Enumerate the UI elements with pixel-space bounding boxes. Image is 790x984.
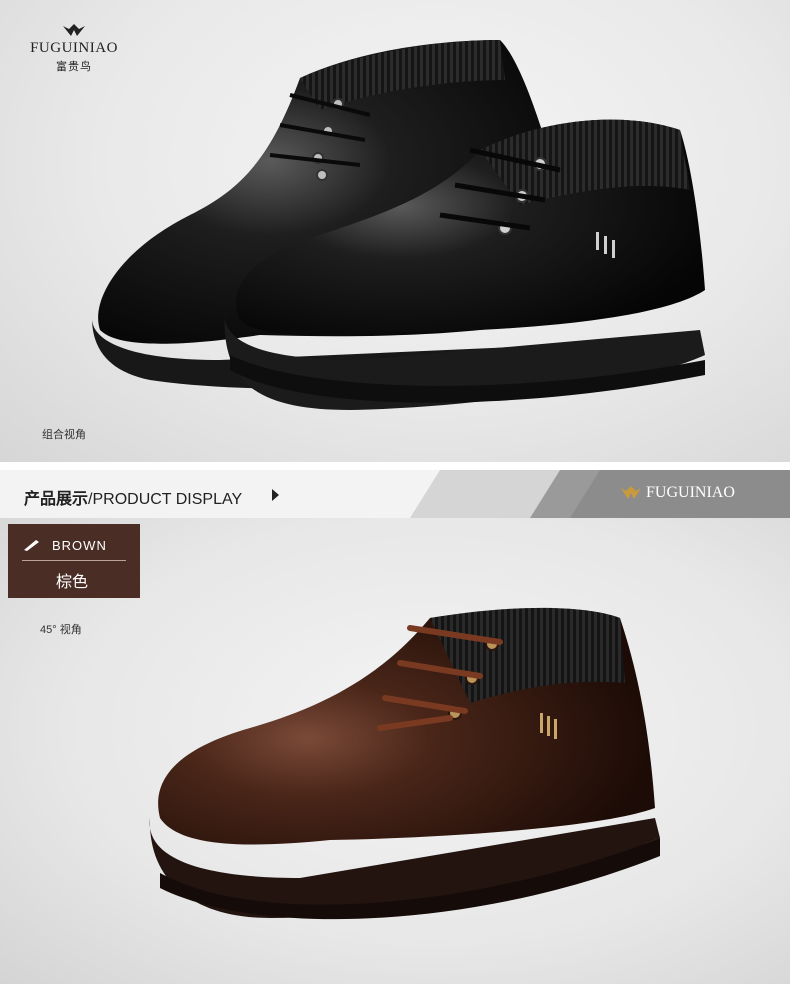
color-tag-divider bbox=[22, 560, 126, 561]
brand-logo: FUGUINIAO 富贵鸟 bbox=[24, 22, 124, 74]
banner-title: 产品展示/PRODUCT DISPLAY bbox=[24, 485, 242, 509]
pen-icon bbox=[24, 540, 39, 551]
45-degree-view-photo: BROWN 棕色 45° 视角 bbox=[0, 518, 790, 984]
bird-logo-icon bbox=[621, 486, 641, 499]
banner-title-en: /PRODUCT DISPLAY bbox=[88, 491, 243, 508]
bird-logo-icon bbox=[63, 24, 85, 36]
brand-name-cn: 富贵鸟 bbox=[56, 61, 92, 73]
product-display-banner: 产品展示/PRODUCT DISPLAY FUGUINIAO bbox=[0, 470, 790, 518]
view-caption: 组合视角 bbox=[42, 429, 86, 441]
banner-brand-name: FUGUINIAO bbox=[646, 484, 735, 501]
color-name-en: BROWN bbox=[52, 538, 107, 553]
view-caption: 45° 视角 bbox=[40, 624, 82, 636]
color-name-cn: 棕色 bbox=[56, 574, 89, 591]
color-tag: BROWN 棕色 bbox=[8, 524, 140, 598]
banner-title-cn: 产品展示 bbox=[24, 491, 89, 508]
brand-name-en: FUGUINIAO bbox=[30, 40, 118, 56]
triangle-right-icon bbox=[272, 489, 279, 501]
combined-view-photo: FUGUINIAO 富贵鸟 组合视角 bbox=[0, 0, 790, 462]
